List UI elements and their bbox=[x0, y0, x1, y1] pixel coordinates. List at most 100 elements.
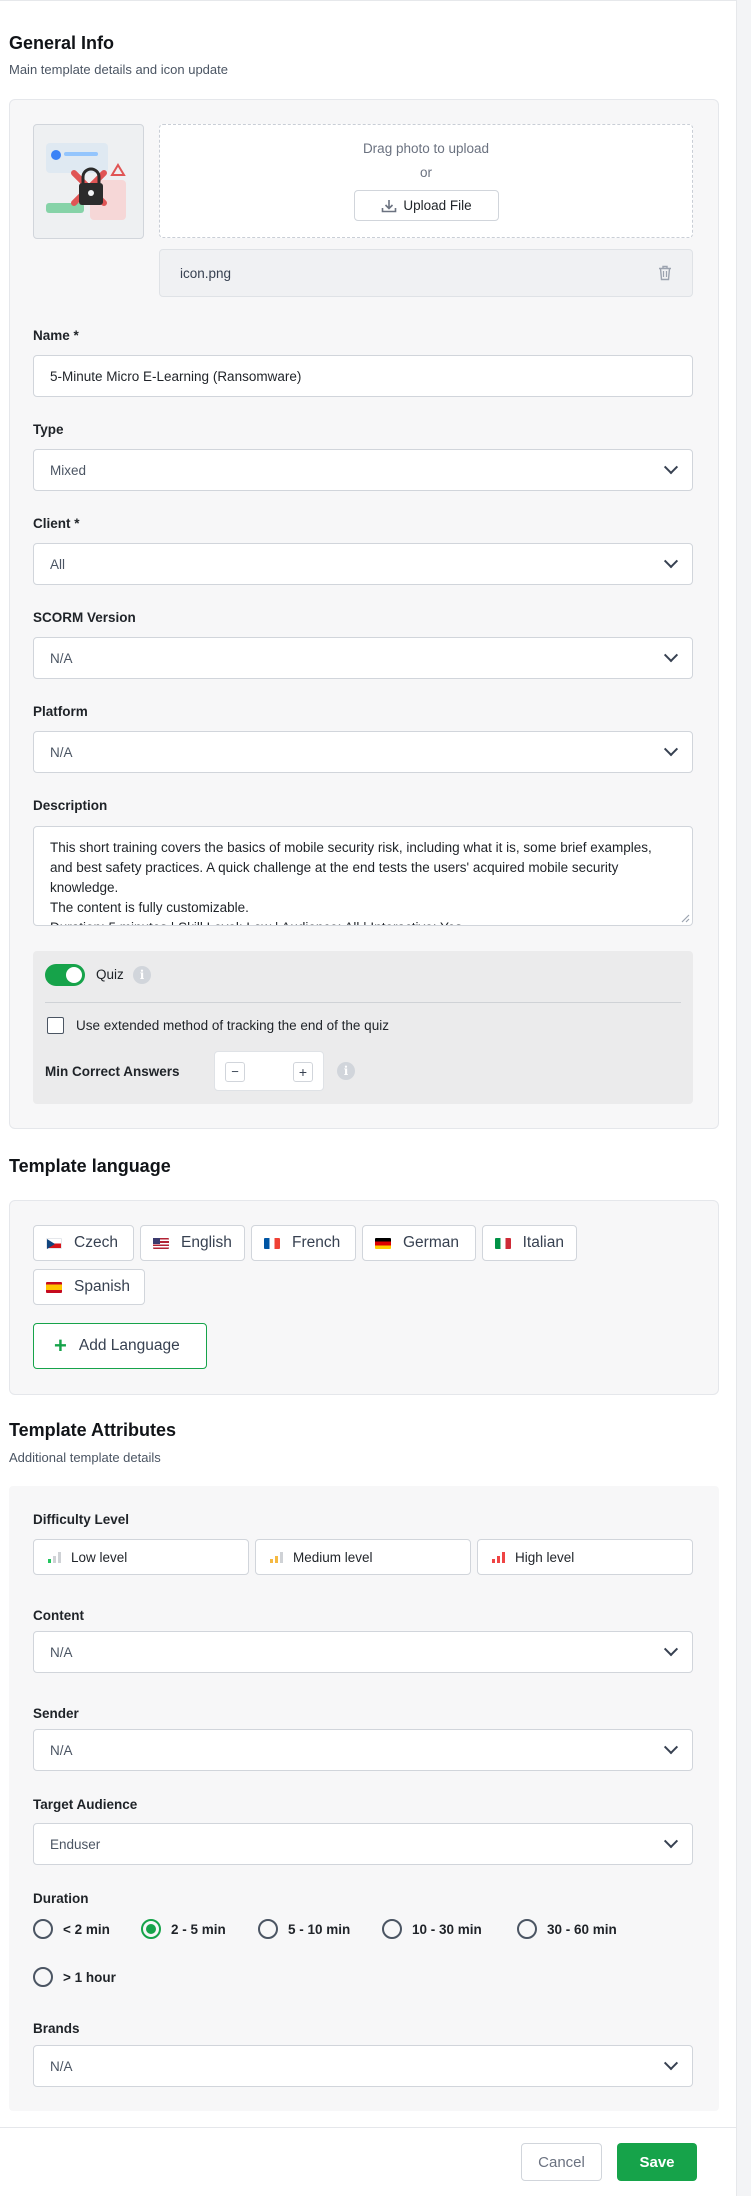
upload-file-label: Upload File bbox=[403, 198, 472, 213]
chevron-down-icon bbox=[663, 1642, 679, 1657]
ransomware-lock-icon bbox=[46, 143, 126, 220]
upload-file-button[interactable]: Upload File bbox=[354, 190, 499, 221]
content-select[interactable]: N/A bbox=[33, 1631, 693, 1673]
language-label: Italian bbox=[522, 1234, 564, 1251]
language-label: Spanish bbox=[74, 1278, 131, 1295]
min-correct-stepper[interactable]: − + bbox=[214, 1051, 324, 1091]
duration-option-gt-1h[interactable]: > 1 hour bbox=[33, 1967, 116, 1987]
language-label: French bbox=[292, 1234, 341, 1251]
us-flag-icon bbox=[153, 1237, 169, 1249]
type-label: Type bbox=[33, 422, 64, 437]
info-icon: i bbox=[337, 1062, 355, 1080]
radio-button[interactable] bbox=[33, 1919, 53, 1939]
radio-button[interactable] bbox=[258, 1919, 278, 1939]
chevron-down-icon bbox=[663, 742, 679, 757]
czech-flag-icon bbox=[46, 1237, 62, 1249]
cancel-button[interactable]: Cancel bbox=[521, 2143, 602, 2181]
cancel-label: Cancel bbox=[538, 2153, 585, 2171]
sender-select[interactable]: N/A bbox=[33, 1729, 693, 1771]
description-value: This short training covers the basics of… bbox=[50, 840, 652, 925]
template-attributes-subtitle: Additional template details bbox=[9, 1450, 161, 1465]
duration-option-5-10[interactable]: 5 - 10 min bbox=[258, 1919, 350, 1939]
target-audience-select[interactable]: Enduser bbox=[33, 1823, 693, 1865]
language-chip-czech[interactable]: Czech bbox=[33, 1225, 134, 1261]
add-language-label: Add Language bbox=[78, 1337, 180, 1354]
resize-handle-icon[interactable] bbox=[680, 913, 690, 923]
difficulty-high-button[interactable]: High level bbox=[477, 1539, 693, 1575]
photo-dropzone[interactable]: Drag photo to upload or Upload File bbox=[159, 124, 693, 238]
uploaded-file-row: icon.png bbox=[159, 249, 693, 297]
language-label: English bbox=[181, 1234, 232, 1251]
quiz-divider bbox=[45, 1002, 681, 1003]
duration-option-10-30[interactable]: 10 - 30 min bbox=[382, 1919, 482, 1939]
radio-button-selected[interactable] bbox=[141, 1919, 161, 1939]
spain-flag-icon bbox=[46, 1281, 62, 1293]
signal-high-icon bbox=[492, 1551, 505, 1563]
language-chip-german[interactable]: German bbox=[362, 1225, 476, 1261]
radio-button[interactable] bbox=[517, 1919, 537, 1939]
general-info-title: General Info bbox=[9, 33, 115, 53]
name-value: 5-Minute Micro E-Learning (Ransomware) bbox=[50, 368, 302, 384]
client-value: All bbox=[50, 556, 66, 572]
description-label: Description bbox=[33, 798, 108, 813]
difficulty-level-label: Difficulty Level bbox=[33, 1512, 130, 1527]
radio-button[interactable] bbox=[382, 1919, 402, 1939]
duration-option-lt-2[interactable]: < 2 min bbox=[33, 1919, 110, 1939]
duration-option-2-5[interactable]: 2 - 5 min bbox=[141, 1919, 226, 1939]
brands-select[interactable]: N/A bbox=[33, 2045, 693, 2087]
save-button[interactable]: Save bbox=[617, 2143, 697, 2181]
sender-value: N/A bbox=[50, 1742, 73, 1758]
language-chip-italian[interactable]: Italian bbox=[482, 1225, 577, 1261]
language-chip-spanish[interactable]: Spanish bbox=[33, 1269, 145, 1305]
chevron-down-icon bbox=[663, 2056, 679, 2071]
client-label: Client * bbox=[33, 516, 80, 531]
brands-label: Brands bbox=[33, 2021, 80, 2036]
content-value: N/A bbox=[50, 1644, 73, 1660]
template-icon-preview bbox=[33, 124, 144, 239]
description-textarea[interactable]: This short training covers the basics of… bbox=[33, 826, 693, 926]
client-select[interactable]: All bbox=[33, 543, 693, 585]
duration-option-label: 5 - 10 min bbox=[288, 1921, 351, 1937]
brands-value: N/A bbox=[50, 2058, 73, 2074]
signal-low-icon bbox=[48, 1551, 61, 1563]
quiz-toggle[interactable] bbox=[45, 964, 85, 986]
add-language-button[interactable]: + Add Language bbox=[33, 1323, 207, 1369]
extended-tracking-checkbox[interactable] bbox=[47, 1017, 64, 1034]
content-label: Content bbox=[33, 1608, 84, 1623]
difficulty-medium-button[interactable]: Medium level bbox=[255, 1539, 471, 1575]
duration-option-label: > 1 hour bbox=[63, 1969, 116, 1985]
language-label: Czech bbox=[74, 1234, 118, 1251]
scorm-version-label: SCORM Version bbox=[33, 610, 136, 625]
type-select[interactable]: Mixed bbox=[33, 449, 693, 491]
france-flag-icon bbox=[264, 1237, 280, 1249]
duration-option-label: 10 - 30 min bbox=[412, 1921, 482, 1937]
scorm-version-select[interactable]: N/A bbox=[33, 637, 693, 679]
trash-icon[interactable] bbox=[658, 265, 672, 281]
stepper-plus-button[interactable]: + bbox=[293, 1062, 313, 1082]
difficulty-low-button[interactable]: Low level bbox=[33, 1539, 249, 1575]
platform-select[interactable]: N/A bbox=[33, 731, 693, 773]
plus-icon: + bbox=[54, 1333, 67, 1358]
chevron-down-icon bbox=[663, 554, 679, 569]
type-value: Mixed bbox=[50, 462, 87, 478]
target-audience-value: Enduser bbox=[50, 1836, 101, 1852]
template-editor-page: General Info Main template details and i… bbox=[0, 0, 736, 2196]
template-attributes-title: Template Attributes bbox=[9, 1420, 177, 1440]
sender-label: Sender bbox=[33, 1706, 79, 1721]
target-audience-label: Target Audience bbox=[33, 1797, 138, 1812]
radio-button[interactable] bbox=[33, 1967, 53, 1987]
difficulty-label: High level bbox=[515, 1549, 575, 1565]
stepper-minus-button[interactable]: − bbox=[225, 1062, 245, 1082]
duration-option-30-60[interactable]: 30 - 60 min bbox=[517, 1919, 617, 1939]
footer-divider bbox=[0, 2127, 736, 2128]
language-chip-english[interactable]: English bbox=[140, 1225, 245, 1261]
scrollbar-track[interactable] bbox=[736, 0, 751, 2196]
general-info-subtitle: Main template details and icon update bbox=[9, 62, 228, 77]
uploaded-file-name: icon.png bbox=[180, 265, 232, 281]
language-label: German bbox=[403, 1234, 459, 1251]
language-chip-french[interactable]: French bbox=[251, 1225, 356, 1261]
dropzone-drag-text: Drag photo to upload bbox=[362, 141, 490, 156]
download-icon bbox=[382, 199, 397, 212]
info-icon: i bbox=[133, 966, 151, 984]
name-input[interactable]: 5-Minute Micro E-Learning (Ransomware) bbox=[33, 355, 693, 397]
